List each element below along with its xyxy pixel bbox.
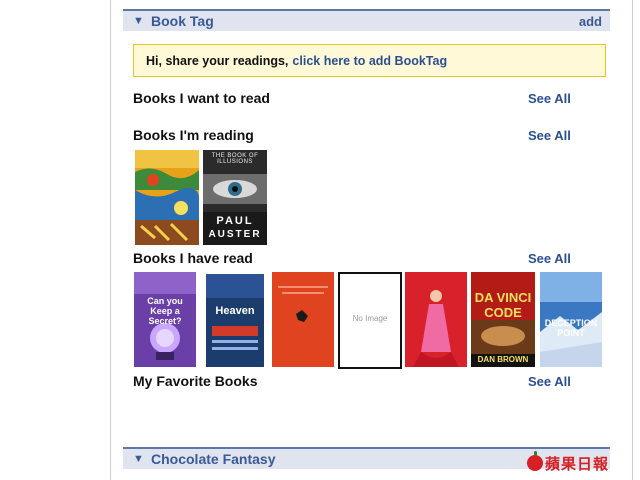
collapse-triangle-icon[interactable]: ▼ [133,453,144,465]
colorful-cover-art [135,150,199,245]
see-all-read-link[interactable]: See All [528,251,571,266]
book-cover-reading-2[interactable]: THE BOOK OF ILLUSIONS PAUL AUSTER [203,150,267,245]
shelf-label-read: Books I have read [133,250,253,266]
collapse-triangle-icon[interactable]: ▼ [133,15,144,27]
share-notice: Hi, share your readings, click here to a… [133,44,606,77]
shelf-label-favorite: My Favorite Books [133,373,258,389]
illusions-title-text: THE BOOK OF ILLUSIONS [211,153,259,165]
book-cover-read-6[interactable]: DA VINCI CODE DAN BROWN [471,272,535,367]
shelf-label-want: Books I want to read [133,90,270,106]
apple-icon [527,451,543,471]
book-cover-read-3[interactable] [272,272,334,367]
section-title: Chocolate Fantasy [151,451,276,467]
apple-daily-logo: 蘋果日報 [527,450,609,476]
heaven-title: Heaven [215,305,255,317]
add-booktag-link[interactable]: click here to add BookTag [292,54,447,68]
right-border [632,0,633,480]
book-cover-read-2[interactable]: Heaven [206,274,264,367]
deception-point-title: DECEPTION POINT [544,318,598,338]
add-link[interactable]: add [579,14,602,29]
book-cover-read-7[interactable]: DECEPTION POINT [540,272,602,367]
section-title: Book Tag [151,13,214,29]
left-border [110,0,111,480]
see-all-want-link[interactable]: See All [528,91,571,106]
see-all-favorite-link[interactable]: See All [528,374,571,389]
book-tag-header[interactable]: ▼ Book Tag add [123,9,610,31]
keep-a-secret-title: Can you Keep a Secret? [147,296,183,326]
book-cover-read-1[interactable]: Can you Keep a Secret? [134,272,196,367]
da-vinci-title-2: CODE [484,305,522,320]
red-cover-art [272,272,334,367]
da-vinci-author: DAN BROWN [477,355,529,364]
brand-text: 蘋果日報 [545,455,610,473]
shelf-label-reading: Books I'm reading [133,127,254,143]
left-gutter [0,0,110,480]
da-vinci-title-1: DA VINCI [474,290,532,305]
pink-dress-cover-art [405,272,467,367]
book-cover-read-4[interactable]: No Image [338,272,402,369]
book-cover-reading-1[interactable] [135,150,199,245]
heaven-cover-art [206,274,264,367]
notice-text: Hi, share your readings, [146,53,289,68]
illusions-author-last: AUSTER [208,229,262,240]
see-all-reading-link[interactable]: See All [528,128,571,143]
no-image-text: No Image [352,314,388,323]
book-cover-read-5[interactable] [405,272,467,367]
illusions-author-first: PAUL [216,215,254,227]
